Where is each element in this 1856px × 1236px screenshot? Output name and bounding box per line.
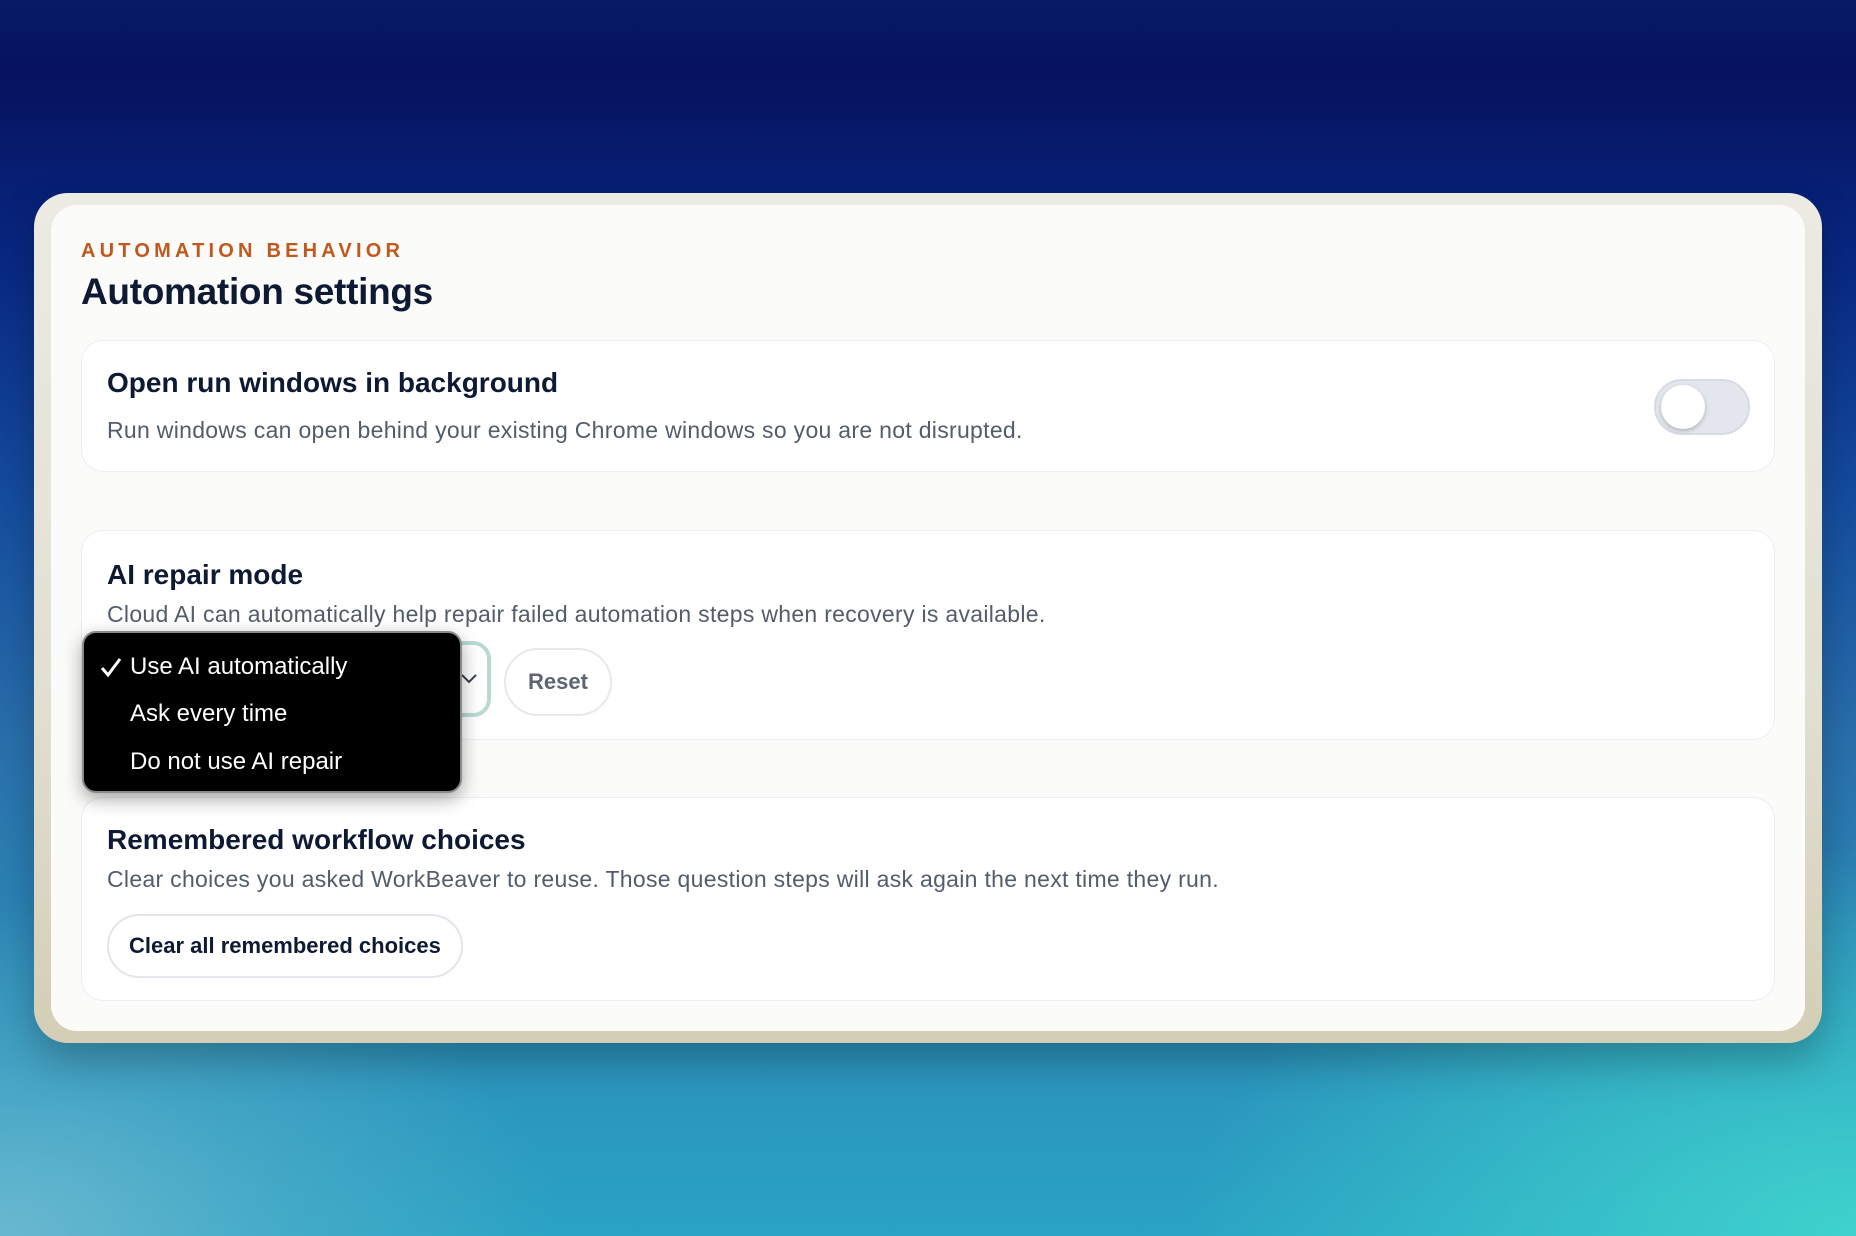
section-eyebrow: AUTOMATION BEHAVIOR: [81, 240, 405, 262]
menu-option-label: Do not use AI repair: [130, 748, 343, 775]
ai-repair-mode-menu: Use AI automatically Ask every time Do n…: [82, 631, 462, 793]
background-windows-description: Run windows can open behind your existin…: [107, 417, 1023, 443]
ai-repair-title: AI repair mode: [107, 559, 304, 590]
settings-panel: AUTOMATION BEHAVIOR Automation settings …: [34, 193, 1822, 1043]
ai-repair-description: Cloud AI can automatically help repair f…: [107, 601, 1046, 627]
menu-option-do-not-use-ai-repair[interactable]: Do not use AI repair: [84, 740, 460, 784]
background-windows-card: Open run windows in background Run windo…: [81, 340, 1775, 472]
menu-option-label: Use AI automatically: [130, 653, 348, 680]
settings-panel-body: AUTOMATION BEHAVIOR Automation settings …: [51, 205, 1805, 1031]
page-title: Automation settings: [81, 271, 433, 312]
menu-option-label: Ask every time: [130, 700, 288, 727]
reset-button[interactable]: Reset: [504, 648, 612, 716]
menu-option-ask-every-time[interactable]: Ask every time: [84, 692, 460, 736]
remembered-choices-description: Clear choices you asked WorkBeaver to re…: [107, 866, 1219, 892]
clear-remembered-choices-button[interactable]: Clear all remembered choices: [107, 914, 463, 978]
background-windows-title: Open run windows in background: [107, 367, 559, 398]
remembered-choices-title: Remembered workflow choices: [107, 824, 526, 855]
toggle-knob: [1661, 385, 1705, 429]
chevron-down-icon: [461, 669, 477, 687]
remembered-choices-card: Remembered workflow choices Clear choice…: [81, 797, 1775, 1001]
menu-option-use-ai-automatically[interactable]: Use AI automatically: [84, 645, 460, 689]
background-windows-toggle[interactable]: [1654, 379, 1750, 435]
